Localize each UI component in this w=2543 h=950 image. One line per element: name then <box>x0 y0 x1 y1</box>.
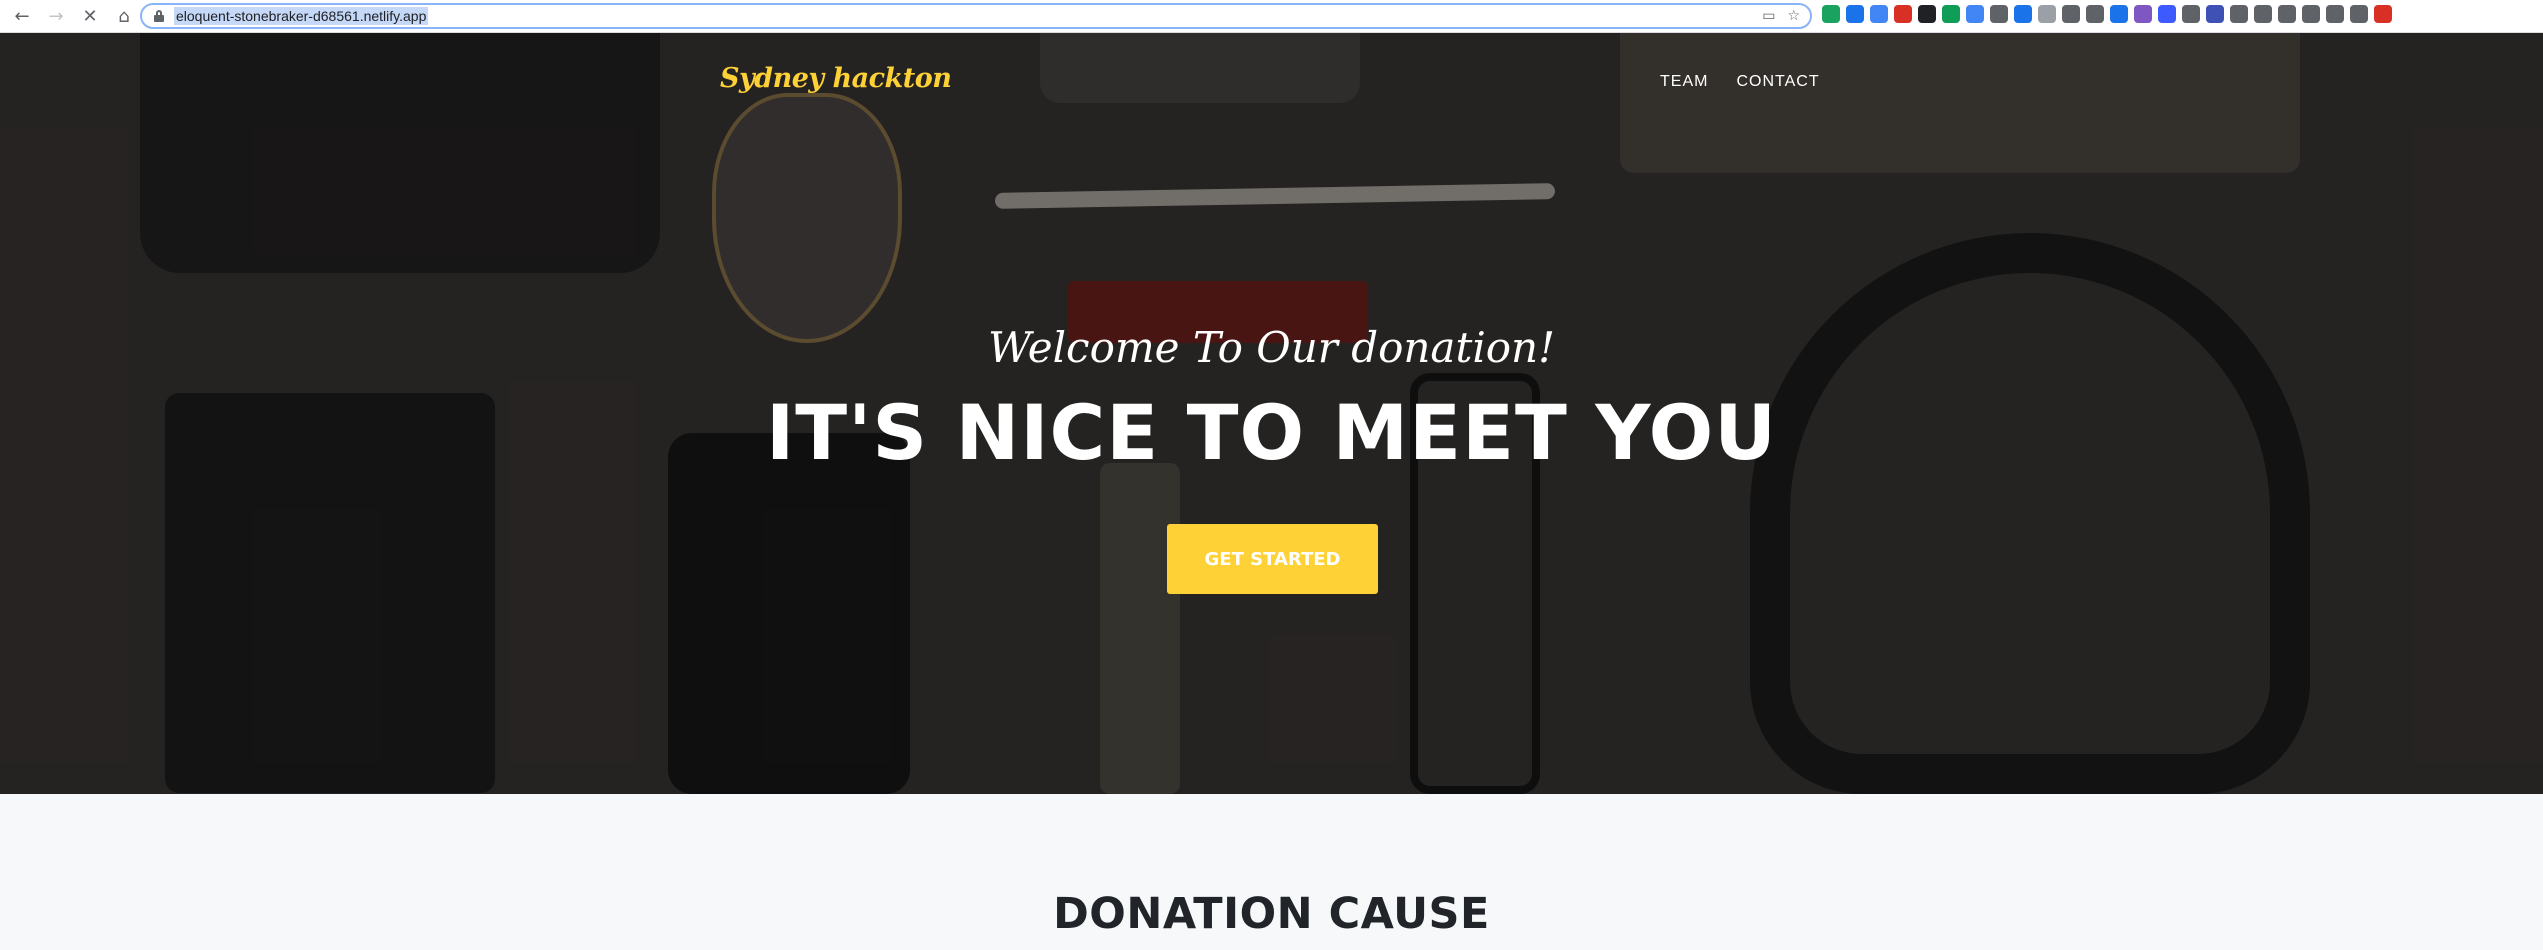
arrow-right-icon[interactable]: → <box>42 2 70 30</box>
extension-icon[interactable] <box>2086 5 2104 23</box>
extension-icon[interactable] <box>1822 5 1840 23</box>
nav-team[interactable]: TEAM <box>1660 73 1708 91</box>
get-started-button[interactable]: GET STARTED <box>1167 524 1378 594</box>
url-text[interactable]: eloquent-stonebraker-d68561.netlify.app <box>174 7 429 25</box>
extension-icon[interactable] <box>2110 5 2128 23</box>
stop-loading-icon[interactable]: ✕ <box>76 2 104 30</box>
hero-lead-in: Welcome To Our donation! <box>988 323 1555 372</box>
browser-toolbar: ← → ✕ ⌂ eloquent-stonebraker-d68561.netl… <box>0 0 2543 33</box>
extension-icon[interactable] <box>2182 5 2200 23</box>
extension-icon[interactable] <box>2302 5 2320 23</box>
extension-icon[interactable] <box>2230 5 2248 23</box>
extension-icon[interactable] <box>1870 5 1888 23</box>
extension-icon[interactable] <box>1918 5 1936 23</box>
cast-icon[interactable]: ▭ <box>1762 8 1775 24</box>
extension-icon[interactable] <box>2014 5 2032 23</box>
hero-heading: IT'S NICE TO MEET YOU <box>766 388 1777 477</box>
nav-links: TEAM CONTACT <box>1660 73 1820 91</box>
extension-icon[interactable] <box>2134 5 2152 23</box>
hero-section: Sydney hackton TEAM CONTACT Welcome To O… <box>0 33 2543 794</box>
extension-icon[interactable] <box>2158 5 2176 23</box>
site-navbar: Sydney hackton TEAM CONTACT <box>0 33 2543 133</box>
extension-icon[interactable] <box>2374 5 2392 23</box>
extension-icon[interactable] <box>2254 5 2272 23</box>
extension-icon[interactable] <box>2278 5 2296 23</box>
lock-icon[interactable] <box>154 10 164 22</box>
extension-icons <box>1822 5 2392 23</box>
extension-icon[interactable] <box>2326 5 2344 23</box>
extension-icon[interactable] <box>1990 5 2008 23</box>
site-logo[interactable]: Sydney hackton <box>720 63 952 94</box>
nav-contact[interactable]: CONTACT <box>1736 73 1819 91</box>
extension-icon[interactable] <box>1942 5 1960 23</box>
arrow-left-icon[interactable]: ← <box>8 2 36 30</box>
browser-nav-buttons: ← → ✕ ⌂ <box>0 2 140 30</box>
extension-icon[interactable] <box>1894 5 1912 23</box>
home-icon[interactable]: ⌂ <box>110 2 138 30</box>
extension-icon[interactable] <box>2038 5 2056 23</box>
extension-icon[interactable] <box>2350 5 2368 23</box>
section-title: DONATION CAUSE <box>1053 889 1490 939</box>
extension-icon[interactable] <box>1966 5 1984 23</box>
extension-icon[interactable] <box>2206 5 2224 23</box>
address-bar[interactable]: eloquent-stonebraker-d68561.netlify.app … <box>140 3 1812 29</box>
extension-icon[interactable] <box>1846 5 1864 23</box>
donation-section: DONATION CAUSE <box>0 794 2543 950</box>
extension-icon[interactable] <box>2062 5 2080 23</box>
bookmark-star-icon[interactable]: ☆ <box>1787 8 1800 24</box>
